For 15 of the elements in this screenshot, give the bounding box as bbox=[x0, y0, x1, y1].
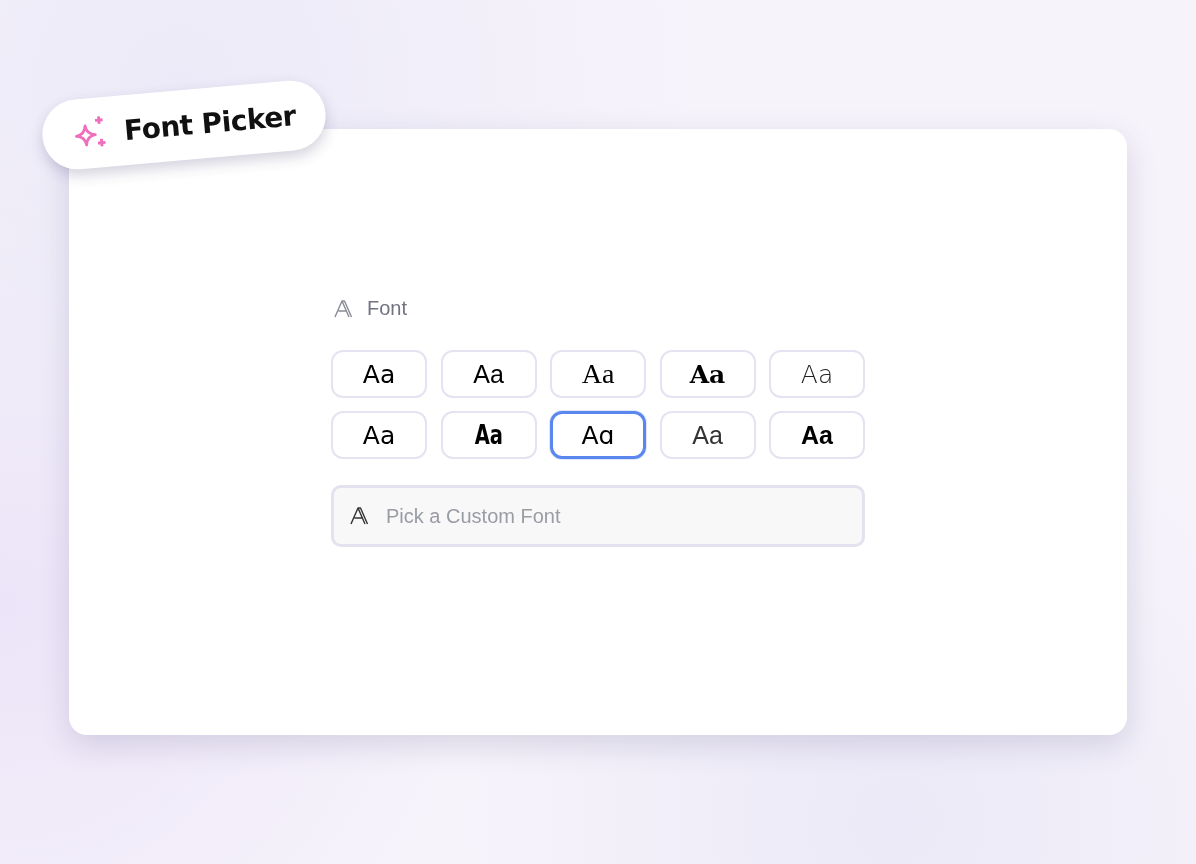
font-icon bbox=[333, 298, 353, 319]
font-option[interactable]: Aa bbox=[550, 350, 646, 398]
font-option[interactable]: Aa bbox=[659, 411, 756, 459]
font-option[interactable]: Aa bbox=[659, 350, 756, 398]
font-option[interactable]: Aa bbox=[331, 350, 427, 398]
font-option[interactable]: Aa bbox=[331, 411, 427, 459]
font-option[interactable]: Aa bbox=[769, 411, 865, 459]
custom-font-field[interactable]: Pick a Custom Font bbox=[331, 485, 865, 547]
font-option[interactable]: Aa bbox=[440, 411, 537, 459]
badge-title: Font Picker bbox=[122, 98, 298, 147]
section-label: Font bbox=[367, 297, 408, 320]
font-option[interactable]: Aa bbox=[440, 350, 537, 398]
font-option[interactable]: Aa bbox=[769, 350, 865, 398]
font-option[interactable]: Aɑ bbox=[550, 411, 646, 459]
font-icon bbox=[349, 506, 369, 526]
